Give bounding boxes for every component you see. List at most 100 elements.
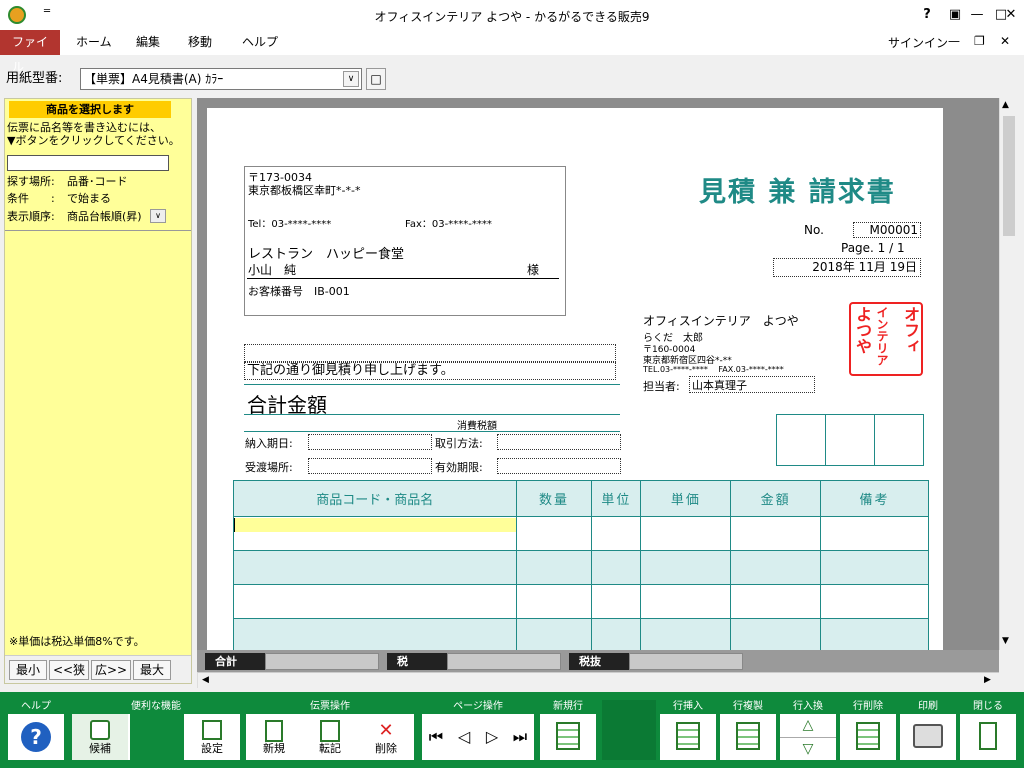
table-cell[interactable]: [640, 618, 732, 650]
new-slip-button[interactable]: 新規: [246, 714, 302, 760]
sign-in-link[interactable]: サインイン: [888, 34, 948, 51]
help-button[interactable]: ?: [916, 4, 938, 26]
prev-page-button[interactable]: ◁: [450, 714, 478, 760]
tab-home[interactable]: ホーム: [64, 30, 124, 55]
table-cell[interactable]: [233, 550, 517, 585]
help-tool-button[interactable]: ?: [8, 714, 64, 760]
table-cell[interactable]: [515, 550, 593, 585]
scroll-thumb[interactable]: [1003, 116, 1015, 236]
move-row-down-button[interactable]: ▽: [780, 737, 836, 760]
chevron-down-icon[interactable]: ∨: [343, 71, 359, 87]
close-window-button[interactable]: [960, 714, 1016, 760]
print-button[interactable]: [900, 714, 956, 760]
table-cell[interactable]: [820, 550, 929, 585]
scroll-right-icon[interactable]: ▶: [984, 675, 991, 685]
group-label: ヘルプ: [8, 700, 64, 714]
approval-box[interactable]: [777, 415, 826, 465]
nav-max-button[interactable]: 最大: [133, 660, 171, 680]
convenience-group: 便利な機能 候補 設定: [72, 700, 240, 760]
settings-icon: [202, 720, 222, 740]
candidate-button[interactable]: 候補: [72, 714, 128, 760]
table-cell[interactable]: [591, 516, 642, 551]
horizontal-scrollbar[interactable]: ◀ ▶: [197, 672, 999, 688]
move-row-up-button[interactable]: △: [780, 714, 836, 737]
inner-close-button[interactable]: ✕: [1000, 34, 1010, 48]
close-button[interactable]: ✕: [1000, 4, 1022, 26]
table-cell[interactable]: [233, 584, 517, 619]
total-label: 合計: [205, 653, 265, 670]
table-cell[interactable]: [730, 550, 822, 585]
table-cell[interactable]: [820, 516, 929, 551]
table-cell[interactable]: [820, 618, 929, 650]
active-cell[interactable]: [234, 518, 516, 532]
scroll-up-icon[interactable]: ▲: [1002, 100, 1009, 110]
table-cell[interactable]: [591, 618, 642, 650]
first-page-button[interactable]: ⏮: [422, 714, 450, 760]
insert-row-button[interactable]: [660, 714, 716, 760]
copy-row-button[interactable]: [720, 714, 776, 760]
transfer-icon: [320, 720, 340, 742]
tab-help[interactable]: ヘルプ: [230, 30, 290, 55]
place-field[interactable]: [308, 458, 432, 474]
table-cell[interactable]: [591, 584, 642, 619]
table-cell[interactable]: [640, 550, 732, 585]
trade-field[interactable]: [497, 434, 621, 450]
approval-box[interactable]: [875, 415, 923, 465]
next-page-button[interactable]: ▷: [478, 714, 506, 760]
table-cell[interactable]: [515, 584, 593, 619]
delete-slip-button[interactable]: ✕ 削除: [358, 714, 414, 760]
table-cell[interactable]: [640, 516, 732, 551]
table-cell[interactable]: [515, 618, 593, 650]
tax-note: ※単価は税込単価8%です。: [9, 635, 145, 648]
delete-row-button[interactable]: [840, 714, 896, 760]
new-row-icon: [556, 722, 580, 750]
doc-number-value[interactable]: M00001: [853, 222, 921, 238]
issue-date[interactable]: 2018年 11月 19日: [773, 258, 921, 277]
col-unit: 単位: [591, 480, 642, 517]
transfer-button[interactable]: 転記: [302, 714, 358, 760]
seal-text-2: インテリア: [875, 306, 889, 366]
scroll-left-icon[interactable]: ◀: [202, 675, 209, 685]
nav-narrow-button[interactable]: <<狭: [49, 660, 89, 680]
vertical-scrollbar-track[interactable]: ▲ ▼: [999, 98, 1017, 650]
table-cell[interactable]: [233, 618, 517, 650]
tab-edit[interactable]: 編集: [124, 30, 172, 55]
table-cell[interactable]: [730, 584, 822, 619]
table-cell[interactable]: [640, 584, 732, 619]
condition-value[interactable]: で始まる: [67, 192, 111, 205]
form-settings-button[interactable]: □: [366, 68, 386, 90]
valid-field[interactable]: [497, 458, 621, 474]
total-value: [265, 653, 379, 670]
table-cell[interactable]: [591, 550, 642, 585]
inner-restore-button[interactable]: ❐: [974, 34, 985, 48]
table-cell[interactable]: [515, 516, 593, 551]
staff-value[interactable]: 山本真理子: [689, 376, 815, 393]
inner-minimize-button[interactable]: —: [948, 34, 960, 48]
ribbon-display-icon[interactable]: ▣: [944, 4, 966, 26]
nav-min-button[interactable]: 最小: [9, 660, 47, 680]
search-place-value[interactable]: 品番･コード: [67, 175, 128, 188]
minimize-button[interactable]: —: [966, 4, 988, 26]
group-label: ページ操作: [422, 700, 534, 714]
search-input[interactable]: [7, 155, 169, 171]
table-cell[interactable]: [730, 516, 822, 551]
table-cell[interactable]: [730, 618, 822, 650]
settings-button[interactable]: 設定: [184, 714, 240, 760]
order-value[interactable]: 商品台帳順(昇): [67, 210, 142, 223]
approval-box[interactable]: [826, 415, 875, 465]
table-cell[interactable]: [820, 584, 929, 619]
new-row-button[interactable]: [540, 714, 596, 760]
group-label: 新規行: [540, 700, 596, 714]
totals-bar: 合計 税 税抜: [197, 650, 999, 672]
table-cell[interactable]: [233, 516, 517, 551]
last-page-button[interactable]: ⏭: [506, 714, 534, 760]
order-dropdown-icon[interactable]: ∨: [150, 209, 166, 223]
scroll-down-icon[interactable]: ▼: [1002, 636, 1009, 646]
order-label: 表示順序:: [7, 210, 55, 223]
tab-file[interactable]: ファイル: [0, 30, 60, 74]
delivery-field[interactable]: [308, 434, 432, 450]
insert-row-icon: [676, 722, 700, 750]
nav-wide-button[interactable]: 広>>: [91, 660, 131, 680]
form-select[interactable]: 【単票】A4見積書(A) ｶﾗｰ ∨: [80, 68, 362, 90]
tab-move[interactable]: 移動: [176, 30, 224, 55]
